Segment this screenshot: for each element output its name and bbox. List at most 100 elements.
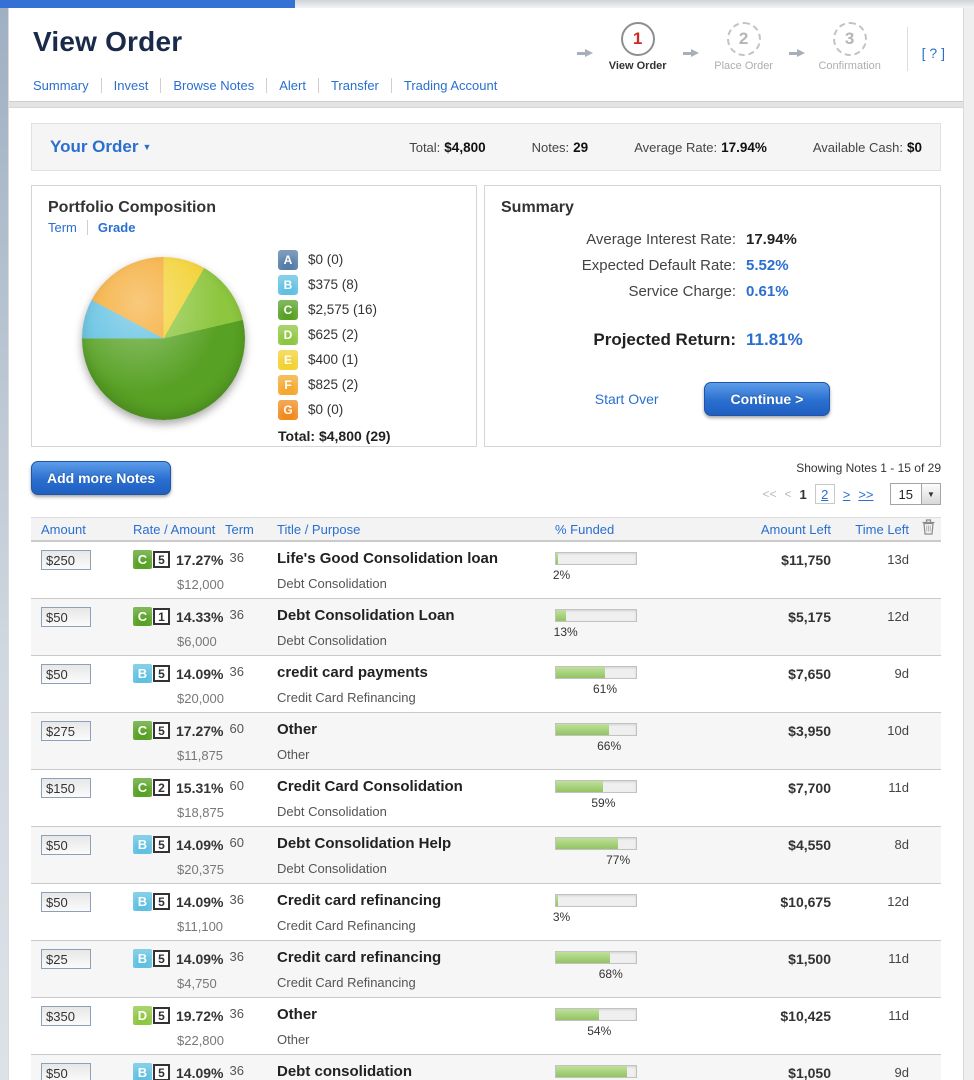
rate-value: 17.27% [176,552,223,568]
amount-input[interactable] [41,550,91,570]
loan-amount: $20,000 [177,691,277,706]
funded-label-wrap: 66% [555,739,637,754]
funded-progress-track [555,609,637,622]
prev-page-button[interactable]: < [785,487,792,501]
last-page-button[interactable]: >> [858,487,873,502]
header-time-left[interactable]: Time Left [831,522,909,537]
note-title: Credit Card Consolidation [277,778,545,795]
stat-value: 29 [573,140,588,155]
help-link[interactable]: [ ? ] [922,33,945,61]
toolbar-right: Showing Notes 1 - 15 of 29 << < 1 2 > >> [762,461,941,505]
time-left-cell: 9d [831,664,909,681]
step: 1 View Order [575,22,681,72]
summary-title: Summary [501,199,924,217]
amount-input[interactable] [41,949,91,969]
page-size-select[interactable]: 15 ▼ [890,483,941,505]
portfolio-tab-link[interactable]: Grade [98,220,136,235]
nav-item[interactable]: Trading Account [391,78,497,93]
funded-label-wrap: 59% [555,796,637,811]
header-amount-left[interactable]: Amount Left [731,522,831,537]
header-term[interactable]: Term [225,522,277,537]
rate-value: 14.09% [176,894,223,910]
nav-link[interactable]: Trading Account [404,78,497,93]
trash-icon[interactable] [909,519,935,540]
page-link[interactable]: 1 [800,487,807,502]
grade-badge: B [133,835,152,854]
nav-item[interactable]: Alert [266,78,306,93]
funded-progress-fill [556,838,618,849]
amount-input[interactable] [41,778,91,798]
order-stat: Available Cash:$0 [813,140,922,155]
portfolio-tab[interactable]: Term [48,220,77,235]
amount-input[interactable] [41,1063,91,1080]
projected-return-label: Projected Return: [501,330,736,350]
portfolio-tab[interactable]: Grade [87,220,136,235]
showing-notes-text: Showing Notes 1 - 15 of 29 [762,461,941,475]
amount-left-cell: $4,550 [731,835,831,853]
amount-left-cell: $11,750 [731,550,831,568]
nav-item[interactable]: Summary [33,78,89,93]
amount-left-cell: $1,050 [731,1063,831,1080]
title-purpose-cell: credit card payments Credit Card Refinan… [277,664,555,705]
nav-link[interactable]: Browse Notes [173,78,254,93]
pie-chart [82,257,245,420]
nav-link[interactable]: Transfer [331,78,379,93]
funded-progress-track [555,723,637,736]
stat-value: $4,800 [444,140,485,155]
rate-amount-cell: C 2 15.31% 60 $18,875 [133,778,277,820]
amount-left-cell: $1,500 [731,949,831,967]
funded-progress-track [555,837,637,850]
grade-badge: C [133,721,152,740]
rate-value: 14.33% [176,609,223,625]
add-more-notes-button[interactable]: Add more Notes [31,461,171,495]
amount-input[interactable] [41,1006,91,1026]
page-link[interactable]: 2 [815,484,835,504]
nav-link[interactable]: Invest [114,78,149,93]
nav-item[interactable]: Browse Notes [160,78,254,93]
note-title: Debt consolidation [277,1063,545,1080]
amount-input[interactable] [41,664,91,684]
amount-input[interactable] [41,607,91,627]
funded-cell: 59% [555,778,731,811]
loan-amount: $4,750 [177,976,277,991]
nav-link[interactable]: Alert [279,78,306,93]
legend-total: Total: $4,800 (29) [278,428,391,444]
legend-swatch: G [278,400,298,420]
legend-item: G $0 (0) [278,397,391,422]
header-funded[interactable]: % Funded [555,522,731,537]
your-order-dropdown[interactable]: Your Order▼ [50,137,151,157]
portfolio-body: A $0 (0) B $375 (8) C [48,245,460,444]
rate-amount-cell: B 5 14.09% 36 $10,000 [133,1063,277,1080]
funded-progress-fill [556,553,558,564]
header-title-purpose[interactable]: Title / Purpose [277,522,555,537]
nav-item[interactable]: Invest [101,78,149,93]
header-amount[interactable]: Amount [41,522,133,537]
amount-input[interactable] [41,835,91,855]
funded-cell: 2% [555,550,731,583]
amount-input[interactable] [41,892,91,912]
order-stat: Notes:29 [532,140,589,155]
projected-return-row: Projected Return: 11.81% [501,330,924,350]
order-stat: Total:$4,800 [409,140,485,155]
grade-badge: B [133,892,152,911]
funded-progress-fill [556,952,610,963]
title-purpose-cell: Credit card refinancing Credit Card Refi… [277,892,555,933]
amount-cell [41,664,133,684]
start-over-link[interactable]: Start Over [595,391,659,407]
continue-button[interactable]: Continue > [704,382,831,416]
term-value: 36 [229,949,243,964]
amount-input[interactable] [41,721,91,741]
grade-badge: C [133,607,152,626]
note-purpose: Credit Card Refinancing [277,975,545,990]
rate-amount-cell: C 5 17.27% 36 $12,000 [133,550,277,592]
loan-amount: $18,875 [177,805,277,820]
nav-item[interactable]: Transfer [318,78,379,93]
funded-progress-fill [556,724,609,735]
nav-link[interactable]: Summary [33,78,89,93]
next-page-button[interactable]: > [843,487,851,502]
first-page-button[interactable]: << [762,487,776,501]
portfolio-tab-link[interactable]: Term [48,220,77,235]
legend-item: F $825 (2) [278,372,391,397]
header-rate-amount[interactable]: Rate / Amount [133,522,225,537]
amount-left-cell: $7,700 [731,778,831,796]
